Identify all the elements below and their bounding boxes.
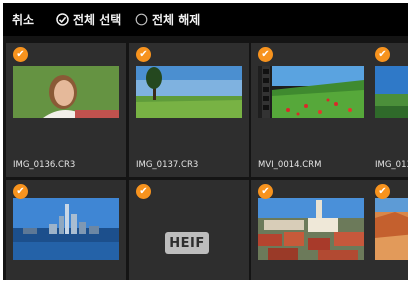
check-icon[interactable]: ✔ xyxy=(136,47,151,62)
select-all-button[interactable]: 전체 선택 xyxy=(56,3,121,36)
thumbnail-grid: ✔ IMG_0136.CR3 ✔ IMG_0137.CR3 ✔ MVI_0014… xyxy=(3,43,408,280)
cancel-label: 취소 xyxy=(12,13,35,27)
portrait-photo xyxy=(13,66,119,118)
rock-canyon-photo-partial xyxy=(375,198,408,260)
thumbnail-item[interactable]: ✔ xyxy=(6,180,126,280)
thumbnail-item[interactable]: ✔ xyxy=(251,180,371,280)
deselect-all-label: 전체 해제 xyxy=(152,13,201,27)
heif-format-badge: HEIF xyxy=(165,232,209,254)
deselect-all-button[interactable]: 전체 해제 xyxy=(135,3,200,36)
landscape-photo-partial xyxy=(375,66,408,118)
cancel-button[interactable]: 취소 xyxy=(12,3,34,36)
filename-label: IMG_0137.CR3 xyxy=(136,160,199,170)
flower-field-video xyxy=(258,66,364,118)
check-icon[interactable]: ✔ xyxy=(258,47,273,62)
gallery-screen: 취소 전체 선택 전체 해제 ✔ IMG_0136.CR3 ✔ IMG_0137… xyxy=(3,3,408,280)
filename-label: IMG_0136.CR3 xyxy=(13,160,76,170)
filename-label: IMG_013 xyxy=(375,160,408,170)
thumbnail-item[interactable]: ✔ IMG_013 xyxy=(370,43,408,177)
check-icon[interactable]: ✔ xyxy=(375,47,390,62)
thumbnail-item[interactable]: ✔ IMG_0137.CR3 xyxy=(129,43,249,177)
city-skyline-photo xyxy=(13,198,119,260)
thumbnail-item[interactable]: ✔ xyxy=(370,180,408,280)
thumbnail-item[interactable]: ✔ MVI_0014.CRM xyxy=(251,43,371,177)
thumbnail-item[interactable]: HEIF ✔ xyxy=(129,180,249,280)
check-icon[interactable]: ✔ xyxy=(136,184,151,199)
check-icon[interactable]: ✔ xyxy=(375,184,390,199)
castle-town-photo xyxy=(258,198,364,260)
select-all-label: 전체 선택 xyxy=(73,13,122,27)
tree-field-photo xyxy=(136,66,242,118)
check-icon[interactable]: ✔ xyxy=(13,47,28,62)
check-icon[interactable]: ✔ xyxy=(258,184,273,199)
deselect-all-icon xyxy=(135,13,148,26)
thumbnail-item[interactable]: ✔ IMG_0136.CR3 xyxy=(6,43,126,177)
select-all-icon xyxy=(56,13,69,26)
selection-toolbar: 취소 전체 선택 전체 해제 xyxy=(3,3,408,36)
check-icon[interactable]: ✔ xyxy=(13,184,28,199)
filename-label: MVI_0014.CRM xyxy=(258,160,322,170)
